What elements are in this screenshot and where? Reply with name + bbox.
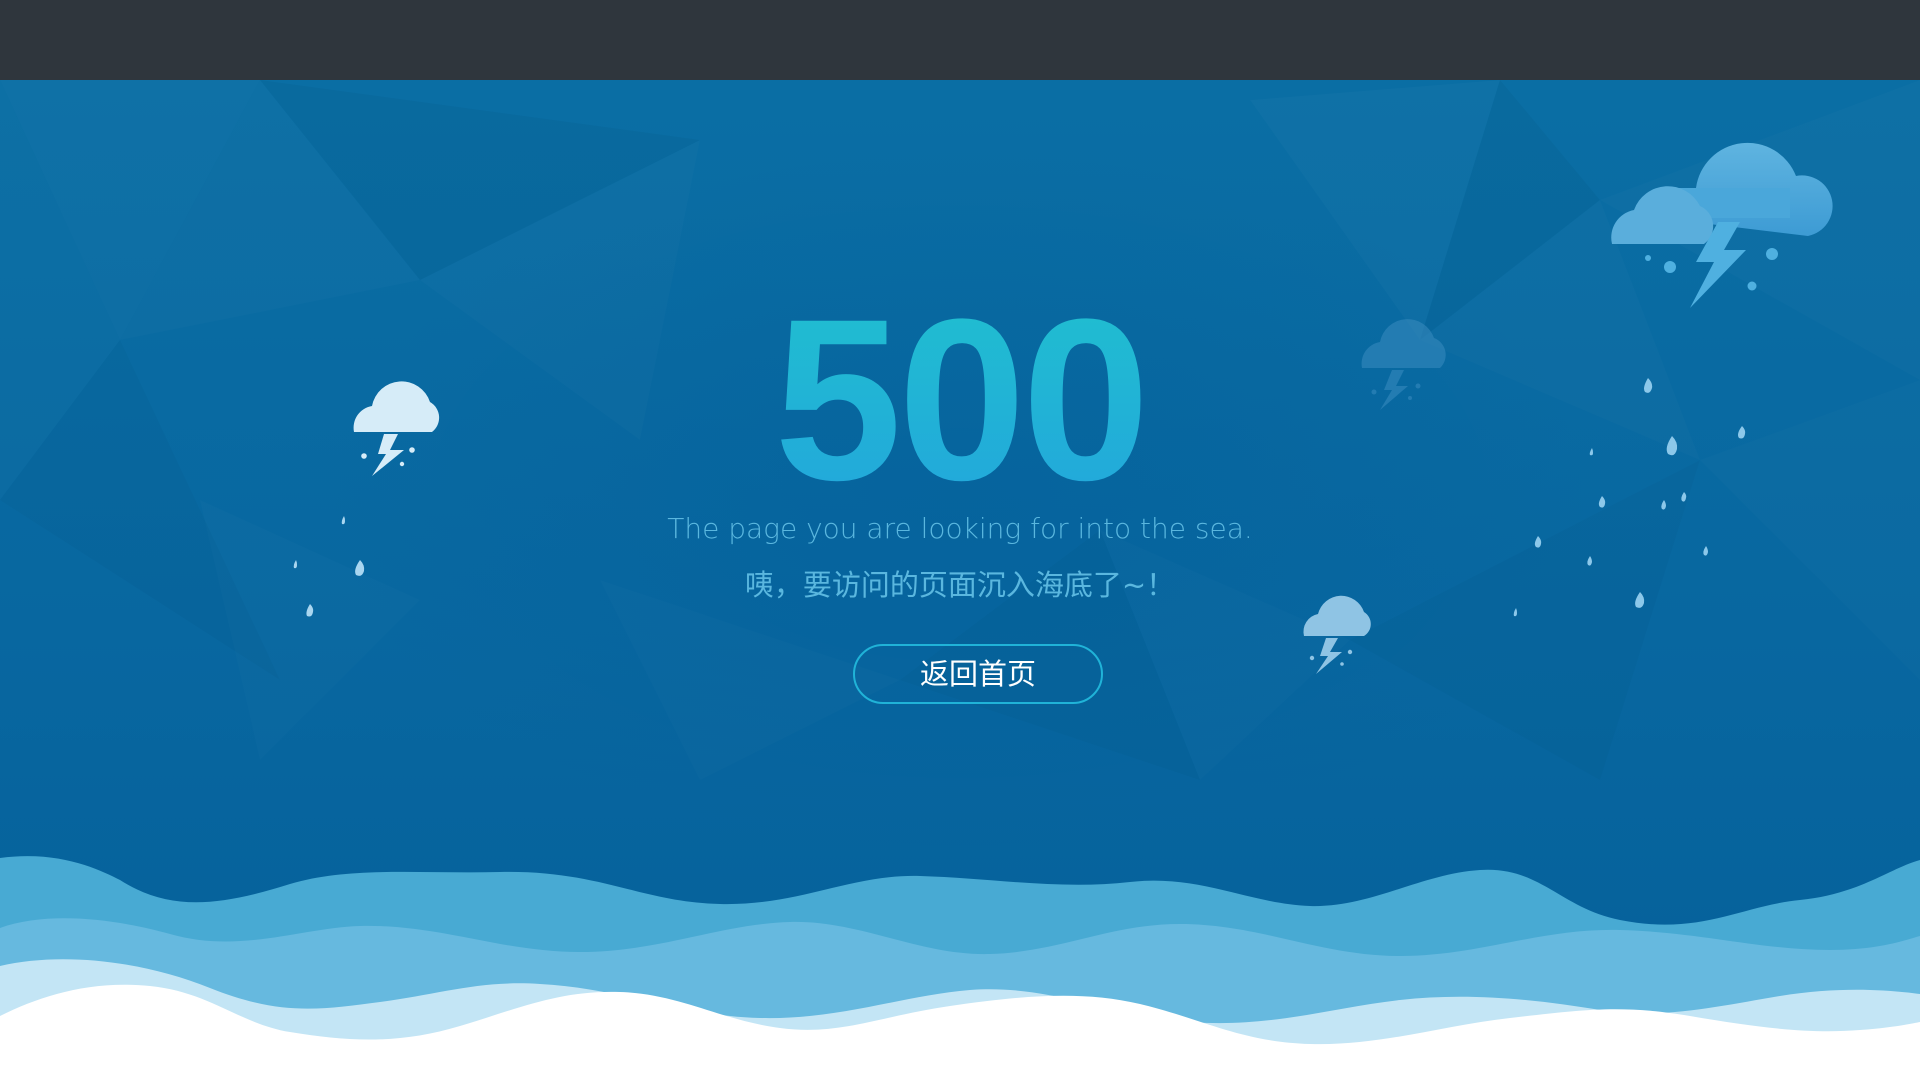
home-button[interactable]: 返回首页 <box>853 644 1103 704</box>
error-message-en: The page you are looking for into the se… <box>667 512 1253 545</box>
error-page: 500 The page you are looking for into th… <box>0 0 1920 1080</box>
error-message-cn: 咦，要访问的页面沉入海底了~！ <box>744 568 1176 602</box>
top-bar <box>0 0 1920 80</box>
error-code: 500 <box>0 280 1920 520</box>
wave-decoration <box>0 856 1920 1080</box>
